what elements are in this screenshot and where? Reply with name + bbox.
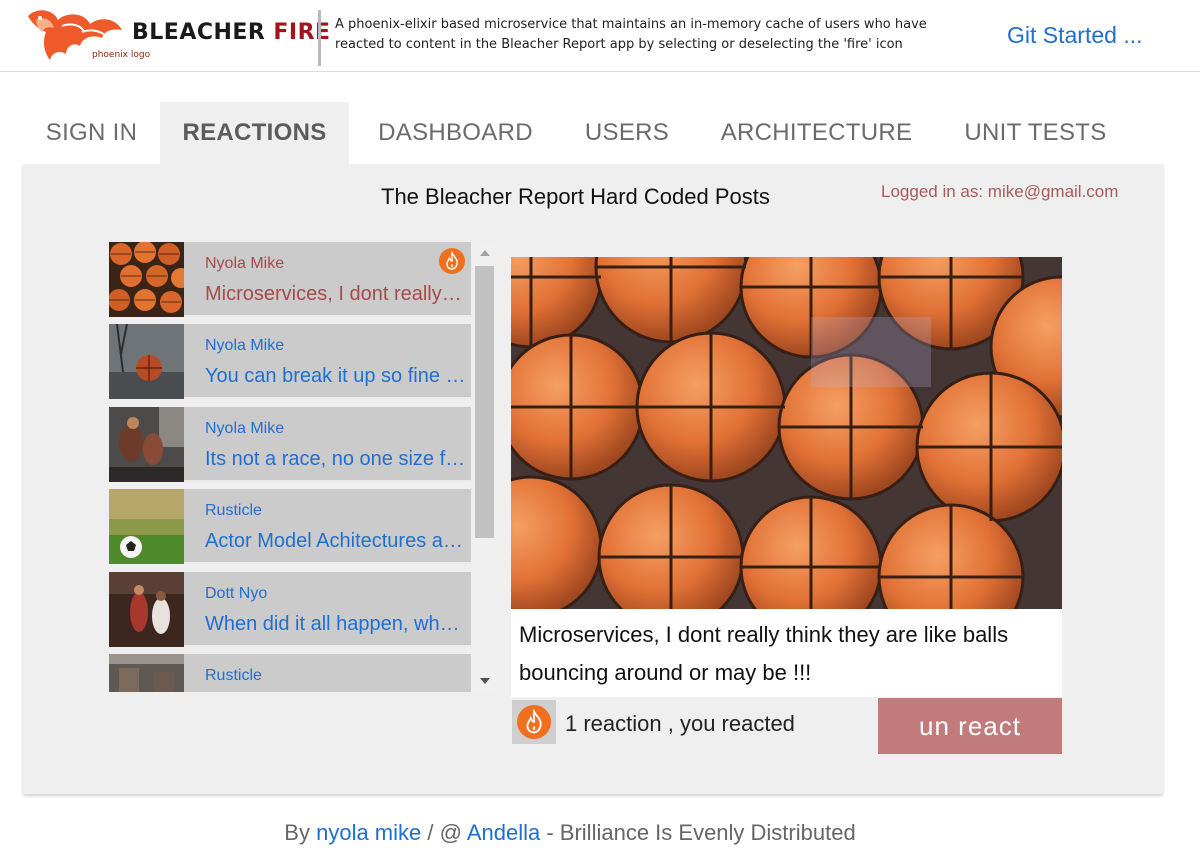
logo-caption: phoenix logo bbox=[92, 50, 151, 60]
post-excerpt: When did it all happen, what went wrong bbox=[205, 613, 467, 635]
post-thumbnail bbox=[109, 572, 184, 647]
list-item-post[interactable]: Nyola Mike You can break it up so fine g… bbox=[109, 324, 471, 399]
post-author: Nyola Mike bbox=[205, 255, 285, 272]
post-thumbnail bbox=[109, 242, 184, 317]
chevron-down-icon[interactable] bbox=[473, 670, 496, 692]
panel-title: The Bleacher Report Hard Coded Posts bbox=[381, 184, 770, 209]
footer-motto: - Brilliance Is Evenly Distributed bbox=[546, 820, 856, 845]
reaction-count: 1 reaction , you reacted bbox=[565, 711, 795, 736]
list-item-post[interactable]: Rusticle Actor Model Achitectures are th… bbox=[109, 489, 471, 564]
post-excerpt: Its not a race, no one size fits all bbox=[205, 448, 467, 470]
page-footer: By nyola mike / @ Andella - Brilliance I… bbox=[0, 820, 1140, 846]
post-thumbnail bbox=[109, 407, 184, 482]
unreact-button[interactable]: un react bbox=[878, 698, 1062, 754]
tab-reactions[interactable]: REACTIONS bbox=[160, 102, 349, 164]
post-author: Dott Nyo bbox=[205, 585, 268, 602]
brand-title: BLEACHER FIRE bbox=[132, 20, 331, 45]
post-author: Nyola Mike bbox=[205, 337, 285, 354]
tab-dashboard[interactable]: DASHBOARD bbox=[349, 102, 562, 164]
brand-part-bleacher: BLEACHER bbox=[132, 20, 266, 45]
tab-sign-in[interactable]: SIGN IN bbox=[23, 102, 160, 164]
footer-separator: / @ bbox=[427, 820, 462, 845]
post-list-scrollbar[interactable] bbox=[473, 242, 496, 692]
fire-react-button[interactable] bbox=[512, 700, 556, 744]
list-item-post[interactable]: Nyola Mike Microservices, I dont really … bbox=[109, 242, 471, 317]
reactions-panel: The Bleacher Report Hard Coded Posts Log… bbox=[23, 164, 1163, 794]
header-divider bbox=[318, 10, 321, 66]
post-author: Nyola Mike bbox=[205, 420, 285, 437]
reaction-bar: 1 reaction , you reacted un react bbox=[511, 697, 1062, 757]
chevron-up-icon[interactable] bbox=[473, 242, 496, 264]
post-thumbnail bbox=[109, 654, 184, 692]
post-list[interactable]: Nyola Mike Microservices, I dont really … bbox=[109, 242, 496, 692]
tab-unit-tests[interactable]: UNIT TESTS bbox=[941, 102, 1130, 164]
brand-part-fire: FIRE bbox=[273, 20, 331, 45]
post-thumbnail bbox=[109, 324, 184, 399]
org-link[interactable]: Andella bbox=[467, 820, 540, 845]
scrollbar-thumb[interactable] bbox=[475, 266, 494, 538]
footer-by: By bbox=[284, 820, 310, 845]
app-header: phoenix logo BLEACHER FIRE A phoenix-elix… bbox=[0, 0, 1200, 72]
tab-architecture[interactable]: ARCHITECTURE bbox=[692, 102, 941, 164]
post-excerpt: You can break it up so fine grained bbox=[205, 365, 467, 387]
post-author: Rusticle bbox=[205, 502, 262, 519]
fire-icon bbox=[517, 705, 551, 739]
tab-users[interactable]: USERS bbox=[562, 102, 692, 164]
author-link[interactable]: nyola mike bbox=[316, 820, 421, 845]
post-thumbnail bbox=[109, 489, 184, 564]
post-full-text: Microservices, I dont really think they … bbox=[511, 609, 1062, 697]
main-tabs: SIGN IN REACTIONS DASHBOARD USERS ARCHIT… bbox=[23, 102, 1130, 164]
list-item-post[interactable]: Rusticle bbox=[109, 654, 471, 692]
list-item-post[interactable]: Dott Nyo When did it all happen, what we… bbox=[109, 572, 471, 647]
fire-icon bbox=[439, 248, 465, 274]
list-item-post[interactable]: Nyola Mike Its not a race, no one size f… bbox=[109, 407, 471, 482]
logged-in-status: Logged in as: mike@gmail.com bbox=[881, 182, 1119, 201]
app-tagline: A phoenix-elixir based microservice that… bbox=[335, 17, 927, 52]
post-image bbox=[511, 257, 1062, 609]
git-started-link[interactable]: Git Started ... bbox=[1007, 22, 1143, 49]
post-excerpt: Microservices, I dont really think they … bbox=[205, 283, 467, 305]
post-author: Rusticle bbox=[205, 667, 262, 684]
post-excerpt: Actor Model Achitectures are the way bbox=[205, 530, 467, 552]
